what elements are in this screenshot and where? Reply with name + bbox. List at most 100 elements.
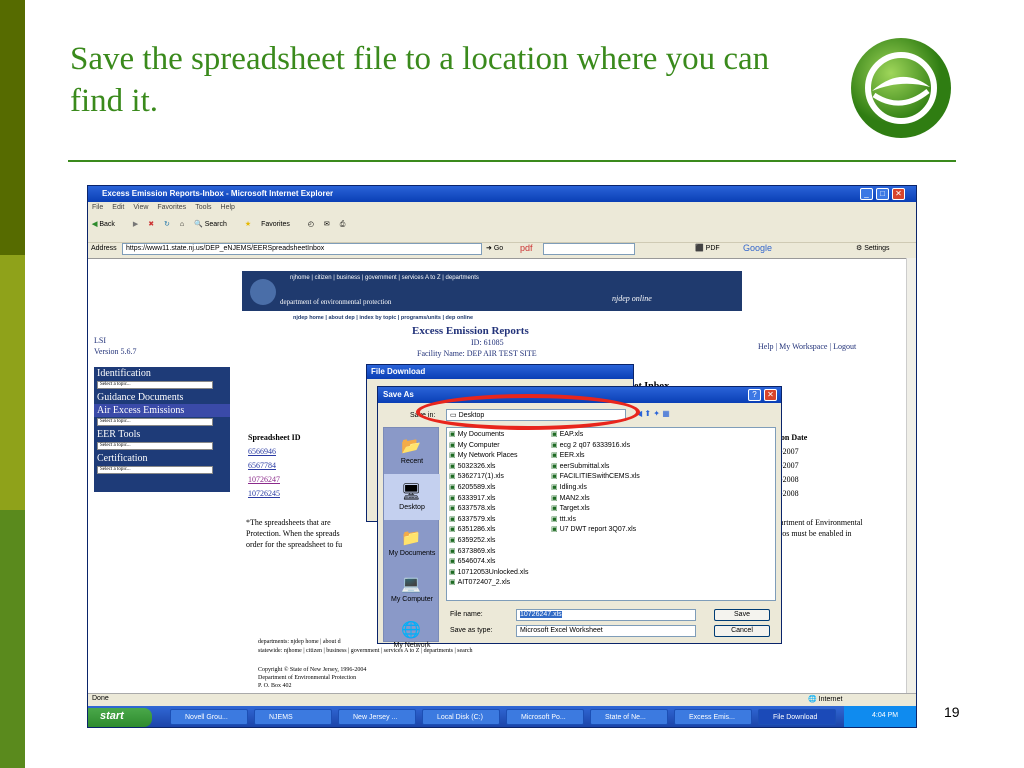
file-item[interactable]: 6351286.xls <box>449 525 549 536</box>
file-item[interactable]: EAP.xls <box>551 430 671 441</box>
taskbar-item[interactable]: State of Ne... <box>590 709 668 725</box>
taskbar-item[interactable]: Microsoft Po... <box>506 709 584 725</box>
taskbar-item[interactable]: NJEMS <box>254 709 332 725</box>
njdep-logo-icon <box>851 38 951 138</box>
file-item[interactable]: 6337579.xls <box>449 515 549 526</box>
spreadsheet-link[interactable]: 10726247 <box>248 475 280 484</box>
file-item[interactable]: Target.xls <box>551 504 671 515</box>
menu-tools[interactable]: Tools <box>195 204 211 211</box>
file-item[interactable]: 6333917.xls <box>449 494 549 505</box>
file-item[interactable]: MAN2.xls <box>551 494 671 505</box>
menu-view[interactable]: View <box>133 204 148 211</box>
search-button[interactable]: 🔍 Search <box>194 220 235 228</box>
spreadsheet-link[interactable]: 10726245 <box>248 489 280 498</box>
google-toolbar[interactable]: Google <box>743 243 772 253</box>
stop-icon[interactable]: ✖ <box>148 220 154 228</box>
file-item[interactable]: My Computer <box>449 441 549 452</box>
spreadsheet-link[interactable]: 6567784 <box>248 461 276 470</box>
identification-select[interactable]: Select a topic... <box>97 381 213 389</box>
file-item[interactable]: Idling.xls <box>551 483 671 494</box>
place-my-network[interactable]: 🌐 My Network <box>384 612 440 658</box>
close-button[interactable]: ✕ <box>764 389 777 401</box>
history-icon[interactable]: ◴ <box>308 220 314 228</box>
help-button[interactable]: ? <box>748 389 761 401</box>
vertical-scrollbar[interactable] <box>906 258 916 694</box>
status-text: Done <box>92 695 109 702</box>
maximize-button[interactable]: □ <box>876 188 889 200</box>
back-button[interactable]: ◀ Back <box>92 220 123 228</box>
file-item[interactable]: eerSubmittal.xls <box>551 462 671 473</box>
print-icon[interactable]: ⎙ <box>340 221 346 229</box>
home-icon[interactable]: ⌂ <box>180 221 184 228</box>
taskbar-item[interactable]: Novell Grou... <box>170 709 248 725</box>
nav-toolbar-icons[interactable]: ◀ ⬆ ✦ ▦ <box>636 409 670 418</box>
nav-identification[interactable]: Identification <box>94 367 230 380</box>
file-item[interactable]: ttt.xls <box>551 515 671 526</box>
pdf-button[interactable]: pdf <box>520 243 533 253</box>
file-item[interactable]: 5032326.xls <box>449 462 549 473</box>
footer-statewide[interactable]: statewide: njhome | citizen | business |… <box>258 648 473 654</box>
menu-edit[interactable]: Edit <box>112 204 124 211</box>
favorites-button[interactable]: ★ Favorites <box>245 220 298 228</box>
start-button[interactable]: start <box>88 708 152 727</box>
cancel-button[interactable]: Cancel <box>714 625 770 637</box>
banner-brand: njdep online <box>612 294 652 303</box>
note-line: *The spreadsheets that are <box>246 518 331 527</box>
place-my-documents[interactable]: 📁 My Documents <box>384 520 440 566</box>
file-item[interactable]: U7 DWT report 3Q07.xls <box>551 525 671 536</box>
file-item[interactable]: 6205589.xls <box>449 483 549 494</box>
place-desktop[interactable]: 🖥 Desktop <box>384 474 440 520</box>
minimize-button[interactable]: _ <box>860 188 873 200</box>
forward-icon[interactable]: ▶ <box>133 220 138 228</box>
spreadsheet-link[interactable]: 6566946 <box>248 447 276 456</box>
pdf-search-input[interactable] <box>543 243 635 255</box>
place-recent[interactable]: 📂 Recent <box>384 428 440 474</box>
nav-eer-tools[interactable]: EER Tools <box>94 428 230 441</box>
menu-file[interactable]: File <box>92 204 103 211</box>
nav-air-excess[interactable]: Air Excess Emissions <box>94 404 230 417</box>
file-item[interactable]: 6337578.xls <box>449 504 549 515</box>
filename-input[interactable]: 10726247.xls <box>516 609 696 621</box>
file-item[interactable]: ecg 2 q07 6333916.xls <box>551 441 671 452</box>
nav-certification[interactable]: Certification <box>94 452 230 465</box>
file-item[interactable]: 5362717(1).xls <box>449 472 549 483</box>
place-my-computer[interactable]: 💻 My Computer <box>384 566 440 612</box>
copyright: Copyright © State of New Jersey, 1996-20… <box>258 667 367 673</box>
taskbar-item[interactable]: Excess Emis... <box>674 709 752 725</box>
banner-nav[interactable]: njhome | citizen | business | government… <box>290 275 479 281</box>
banner-subnav[interactable]: njdep home | about dep | index by topic … <box>293 315 473 321</box>
save-type-select[interactable]: Microsoft Excel Worksheet <box>516 625 696 637</box>
file-item[interactable]: 6546074.xls <box>449 557 549 568</box>
top-links[interactable]: Help | My Workspace | Logout <box>758 342 856 351</box>
address-input[interactable]: https://www11.state.nj.us/DEP_eNJEMS/EER… <box>122 243 482 255</box>
file-item[interactable]: 6373869.xls <box>449 547 549 558</box>
footer-departments[interactable]: departments: njdep home | about d <box>258 639 341 645</box>
file-item[interactable]: 6359252.xls <box>449 536 549 547</box>
file-item[interactable]: My Documents <box>449 430 549 441</box>
taskbar-item[interactable]: New Jersey ... <box>338 709 416 725</box>
taskbar-item[interactable]: Local Disk (C:) <box>422 709 500 725</box>
save-button[interactable]: Save <box>714 609 770 621</box>
file-item[interactable]: EER.xls <box>551 451 671 462</box>
pdf-export-button[interactable]: ⬛ PDF <box>695 244 720 252</box>
file-item[interactable]: 10712053Unlocked.xls <box>449 568 549 579</box>
eer-select[interactable]: Select a topic... <box>97 442 213 450</box>
file-item[interactable]: FACILITIESwithCEMS.xls <box>551 472 671 483</box>
close-button[interactable]: ✕ <box>892 188 905 200</box>
taskbar-item-active[interactable]: File Download <box>758 709 836 725</box>
note-line: Protection. When the spreads <box>246 529 340 538</box>
refresh-icon[interactable]: ↻ <box>164 220 170 228</box>
slide-number: 19 <box>944 704 960 720</box>
go-button[interactable]: ➜ Go <box>486 244 503 252</box>
file-item[interactable]: AIT072407_2.xls <box>449 578 549 589</box>
page-heading: Excess Emission Reports <box>412 325 529 337</box>
mail-icon[interactable]: ✉ <box>324 220 330 228</box>
nj-seal-icon <box>250 279 276 305</box>
air-select[interactable]: Select a topic... <box>97 418 213 426</box>
cert-select[interactable]: Select a topic... <box>97 466 213 474</box>
settings-button[interactable]: ⚙ Settings <box>856 244 890 252</box>
nav-guidance[interactable]: Guidance Documents <box>94 391 230 404</box>
menu-help[interactable]: Help <box>221 204 235 211</box>
menu-favorites[interactable]: Favorites <box>157 204 186 211</box>
file-item[interactable]: My Network Places <box>449 451 549 462</box>
